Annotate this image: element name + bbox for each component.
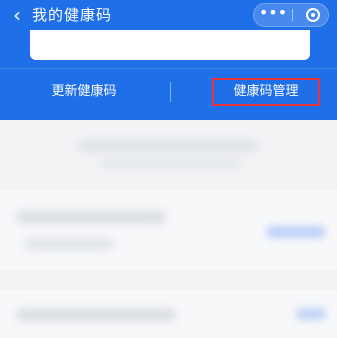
blurred-link	[296, 308, 326, 320]
blurred-text	[16, 210, 166, 224]
health-code-card	[30, 30, 310, 60]
chevron-left-icon[interactable]: ‹	[6, 4, 28, 26]
blurred-text	[78, 140, 258, 152]
header-bar: ‹ 我的健康码 ••• 更新健康码 健康码管理	[0, 0, 337, 120]
blurred-link	[266, 226, 326, 238]
health-code-management-button[interactable]: 健康码管理	[212, 78, 320, 106]
update-health-code-button[interactable]: 更新健康码	[0, 76, 168, 108]
capsule-divider	[292, 9, 293, 21]
blurred-text	[100, 158, 240, 168]
action-divider	[170, 82, 171, 102]
blurred-content-area	[0, 120, 337, 338]
header-separator	[0, 68, 337, 69]
circle-target-icon[interactable]	[306, 8, 320, 22]
blurred-text	[24, 238, 114, 250]
blurred-text	[16, 308, 176, 322]
more-dots-icon[interactable]: •••	[254, 4, 292, 26]
mini-program-capsule: •••	[253, 3, 329, 27]
page-title: 我的健康码	[32, 6, 113, 24]
